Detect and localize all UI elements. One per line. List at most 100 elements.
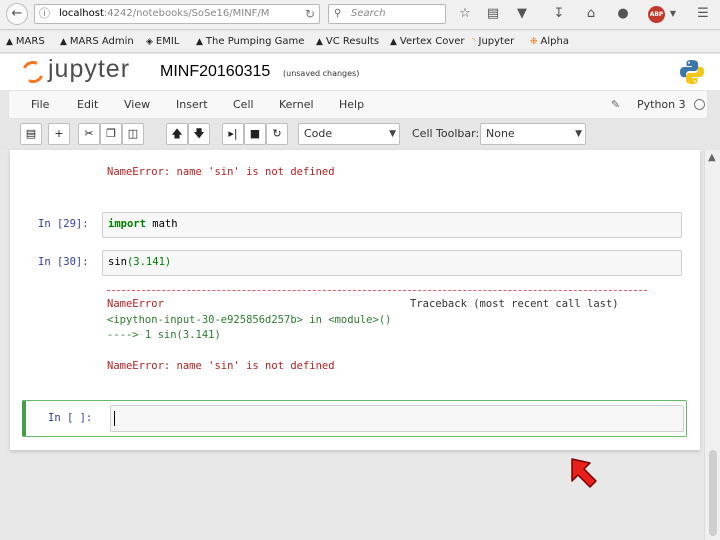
scrollbar-thumb[interactable] [709, 450, 717, 536]
stop-icon: ■ [249, 127, 261, 140]
code-function: sin [108, 256, 127, 268]
move-down-button[interactable]: 🡇 [188, 123, 210, 145]
reading-list-icon[interactable]: ▤ [484, 5, 502, 23]
interrupt-button[interactable]: ■ [244, 123, 266, 145]
bookmark-mars[interactable]: ▲ MARS [6, 31, 45, 53]
input-prompt: In [30]: [38, 256, 89, 268]
reload-icon[interactable]: ↻ [305, 5, 315, 23]
menu-cell[interactable]: Cell [233, 91, 254, 118]
insert-cell-button[interactable]: + [48, 123, 70, 145]
cell-toolbar-select[interactable]: None ▼ [480, 123, 586, 145]
browser-toolbar: ← ⓘ localhost:4242/notebooks/SoSe16/MINF… [0, 0, 720, 30]
jupyter-header: jupyter MINF20160315 (unsaved changes) [0, 54, 720, 90]
alpha-icon: ❉ [530, 37, 538, 47]
kernel-name: Python 3 [637, 98, 686, 111]
edit-mode-pencil-icon: ✎ [611, 98, 621, 111]
save-icon: ▤ [25, 127, 37, 140]
dropdown-icon[interactable]: ▼ [664, 5, 682, 23]
arrow-down-icon: 🡇 [193, 127, 205, 140]
bookmark-pumping-game[interactable]: ▲ The Pumping Game [196, 31, 304, 53]
code-input[interactable] [110, 405, 684, 432]
menu-insert[interactable]: Insert [176, 91, 208, 118]
adblock-icon[interactable]: ABP [648, 6, 665, 23]
paste-icon: ◫ [127, 127, 139, 140]
traceback-location: <ipython-input-30-e925856d257b> in <modu… [107, 314, 392, 326]
search-input[interactable]: ⚲ Search [328, 4, 446, 24]
restart-icon: ↻ [272, 127, 282, 140]
cell-toolbar-value: None [486, 127, 515, 140]
mouse-pointer-icon [571, 458, 597, 488]
run-button[interactable]: ▸| [222, 123, 244, 145]
cell-type-select[interactable]: Code ▼ [298, 123, 400, 145]
code-text: math [145, 218, 178, 230]
chevron-down-icon: ▼ [389, 129, 396, 139]
menu-edit[interactable]: Edit [77, 91, 98, 118]
bookmarks-bar: ▲ MARS ▲ MARS Admin ◈ EMIL ▲ The Pumping Gam… [0, 31, 720, 53]
download-icon[interactable]: ↧ [550, 5, 568, 23]
code-cell-29[interactable]: import math [102, 212, 682, 238]
text-cursor [114, 411, 115, 426]
menu-icon[interactable]: ☰ [694, 5, 712, 23]
pocket-icon[interactable]: ▼ [513, 5, 531, 23]
menu-view[interactable]: View [124, 91, 150, 118]
code-cell-30[interactable]: sin(3.141) [102, 250, 682, 276]
scroll-up-icon[interactable]: ▲ [708, 152, 716, 163]
arrow-up-icon: 🡅 [171, 127, 183, 140]
menu-bar: File Edit View Insert Cell Kernel Help ✎… [8, 90, 708, 119]
url-bar[interactable]: ⓘ localhost:4242/notebooks/SoSe16/MINF/M… [34, 4, 320, 24]
input-prompt: In [29]: [38, 218, 89, 230]
paste-button[interactable]: ◫ [122, 123, 144, 145]
save-status: (unsaved changes) [283, 69, 360, 78]
copy-button[interactable]: ❐ [100, 123, 122, 145]
traceback-separator [107, 290, 647, 291]
code-keyword: import [108, 218, 146, 230]
chat-icon[interactable]: ● [614, 5, 632, 23]
home-icon[interactable]: ⌂ [582, 5, 600, 23]
traceback-header: Traceback (most recent call last) [410, 298, 619, 310]
site-info-icon[interactable]: ⓘ [39, 5, 50, 23]
cut-button[interactable]: ✂ [78, 123, 100, 145]
bookmark-mars-admin[interactable]: ▲ MARS Admin [60, 31, 134, 53]
bookmark-icon: ▲ [390, 37, 397, 47]
bookmark-vc-results[interactable]: ▲ VC Results [316, 31, 379, 53]
globe-icon: ◈ [146, 37, 153, 47]
bookmark-star-icon[interactable]: ☆ [456, 5, 474, 23]
menu-help[interactable]: Help [339, 91, 364, 118]
scissors-icon: ✂ [84, 127, 94, 140]
jupyter-icon: ◝ [472, 37, 476, 47]
search-placeholder: Search [351, 8, 386, 19]
chevron-down-icon: ▼ [575, 129, 582, 139]
jupyter-logo-icon [18, 57, 48, 87]
menu-kernel[interactable]: Kernel [279, 91, 314, 118]
plus-icon: + [54, 127, 64, 140]
bookmark-alpha[interactable]: ❉ Alpha [530, 31, 569, 53]
jupyter-logo-text: jupyter [48, 55, 131, 83]
notebook-area: NameError: name 'sin' is not defined In … [0, 150, 720, 540]
cell-type-value: Code [304, 127, 333, 140]
notebook-container: NameError: name 'sin' is not defined In … [10, 150, 700, 450]
copy-icon: ❐ [106, 127, 116, 140]
active-code-cell[interactable]: In [ ]: [22, 400, 687, 437]
back-icon[interactable]: ← [6, 3, 28, 25]
save-button[interactable]: ▤ [20, 123, 42, 145]
notebook-name[interactable]: MINF20160315 [160, 63, 270, 81]
bookmark-jupyter[interactable]: ◝ Jupyter [472, 31, 514, 53]
python-logo-icon [680, 60, 704, 84]
page-scrollbar[interactable]: ▲ [704, 150, 720, 540]
bookmark-icon: ▲ [316, 37, 323, 47]
jupyter-logo[interactable]: jupyter [18, 55, 152, 87]
url-path: :4242/notebooks/SoSe16/MINF/M [103, 8, 270, 19]
kernel-idle-icon [694, 99, 705, 110]
previous-error-output: NameError: name 'sin' is not defined [107, 166, 335, 178]
search-icon: ⚲ [334, 8, 342, 19]
bookmark-vertex-cover[interactable]: ▲ Vertex Cover [390, 31, 465, 53]
menu-file[interactable]: File [31, 91, 49, 118]
code-args: (3.141) [126, 256, 172, 268]
input-prompt: In [ ]: [48, 412, 93, 424]
traceback-final-error: NameError: name 'sin' is not defined [107, 360, 335, 372]
step-forward-icon: ▸| [228, 127, 238, 140]
move-up-button[interactable]: 🡅 [166, 123, 188, 145]
restart-button[interactable]: ↻ [266, 123, 288, 145]
bookmark-emil[interactable]: ◈ EMIL [146, 31, 179, 53]
bookmark-icon: ▲ [196, 37, 203, 47]
